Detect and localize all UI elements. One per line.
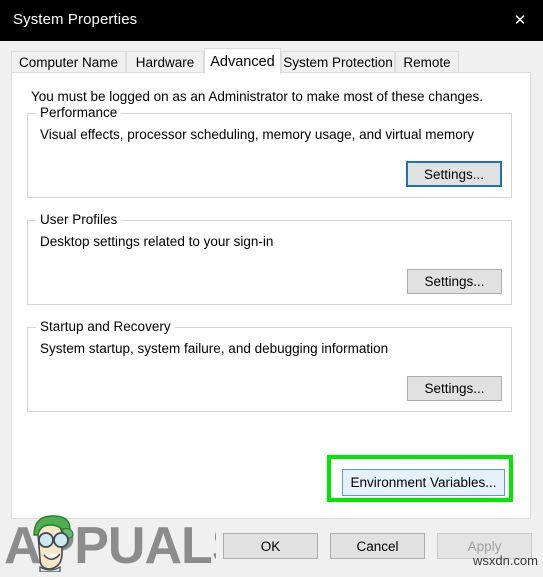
button-label: Cancel [356, 538, 399, 554]
tab-remote[interactable]: Remote [395, 51, 459, 73]
tab-computer-name[interactable]: Computer Name [11, 51, 126, 73]
tab-hardware[interactable]: Hardware [126, 51, 204, 73]
cancel-button[interactable]: Cancel [330, 533, 425, 559]
system-properties-window: System Properties ✕ Computer Name Hardwa… [0, 0, 543, 575]
group-user-profiles-legend: User Profiles [36, 212, 122, 227]
dialog-body: Computer Name Hardware Advanced System P… [0, 41, 543, 572]
ok-button[interactable]: OK [223, 533, 318, 559]
group-user-profiles: User Profiles Desktop settings related t… [27, 212, 512, 305]
group-startup-recovery-description: System startup, system failure, and debu… [40, 341, 389, 356]
button-label: Settings... [424, 381, 485, 396]
tab-page-advanced: You must be logged on as an Administrato… [11, 72, 531, 519]
tab-label: System Protection [283, 55, 393, 70]
tab-label: Advanced [210, 53, 275, 70]
group-performance: Performance Visual effects, processor sc… [27, 105, 512, 198]
environment-variables-button[interactable]: Environment Variables... [342, 469, 505, 496]
group-startup-recovery-legend: Startup and Recovery [36, 319, 175, 334]
button-label: OK [260, 538, 281, 554]
tab-label: Computer Name [18, 55, 119, 70]
group-user-profiles-description: Desktop settings related to your sign-in [40, 234, 274, 249]
close-icon: ✕ [513, 12, 527, 29]
window-title: System Properties [13, 11, 138, 28]
title-bar: System Properties ✕ [0, 0, 543, 41]
tab-system-protection[interactable]: System Protection [281, 51, 395, 73]
button-label: Settings... [424, 274, 485, 289]
user-profiles-settings-button[interactable]: Settings... [407, 269, 502, 294]
close-button[interactable]: ✕ [497, 0, 543, 41]
button-label: Settings... [423, 166, 485, 182]
group-startup-recovery: Startup and Recovery System startup, sys… [27, 319, 512, 412]
startup-recovery-settings-button[interactable]: Settings... [407, 376, 502, 401]
environment-variables-highlight: Environment Variables... [327, 455, 513, 502]
admin-notice: You must be logged on as an Administrato… [31, 89, 484, 104]
group-performance-legend: Performance [36, 105, 122, 120]
performance-settings-button[interactable]: Settings... [406, 161, 502, 187]
tab-label: Remote [403, 55, 451, 70]
button-label: Apply [467, 538, 502, 554]
site-watermark: wsxdn.com [472, 553, 538, 568]
tab-advanced[interactable]: Advanced [204, 48, 281, 74]
tab-label: Hardware [135, 55, 195, 70]
group-performance-description: Visual effects, processor scheduling, me… [40, 127, 474, 142]
button-label: Environment Variables... [350, 475, 497, 490]
